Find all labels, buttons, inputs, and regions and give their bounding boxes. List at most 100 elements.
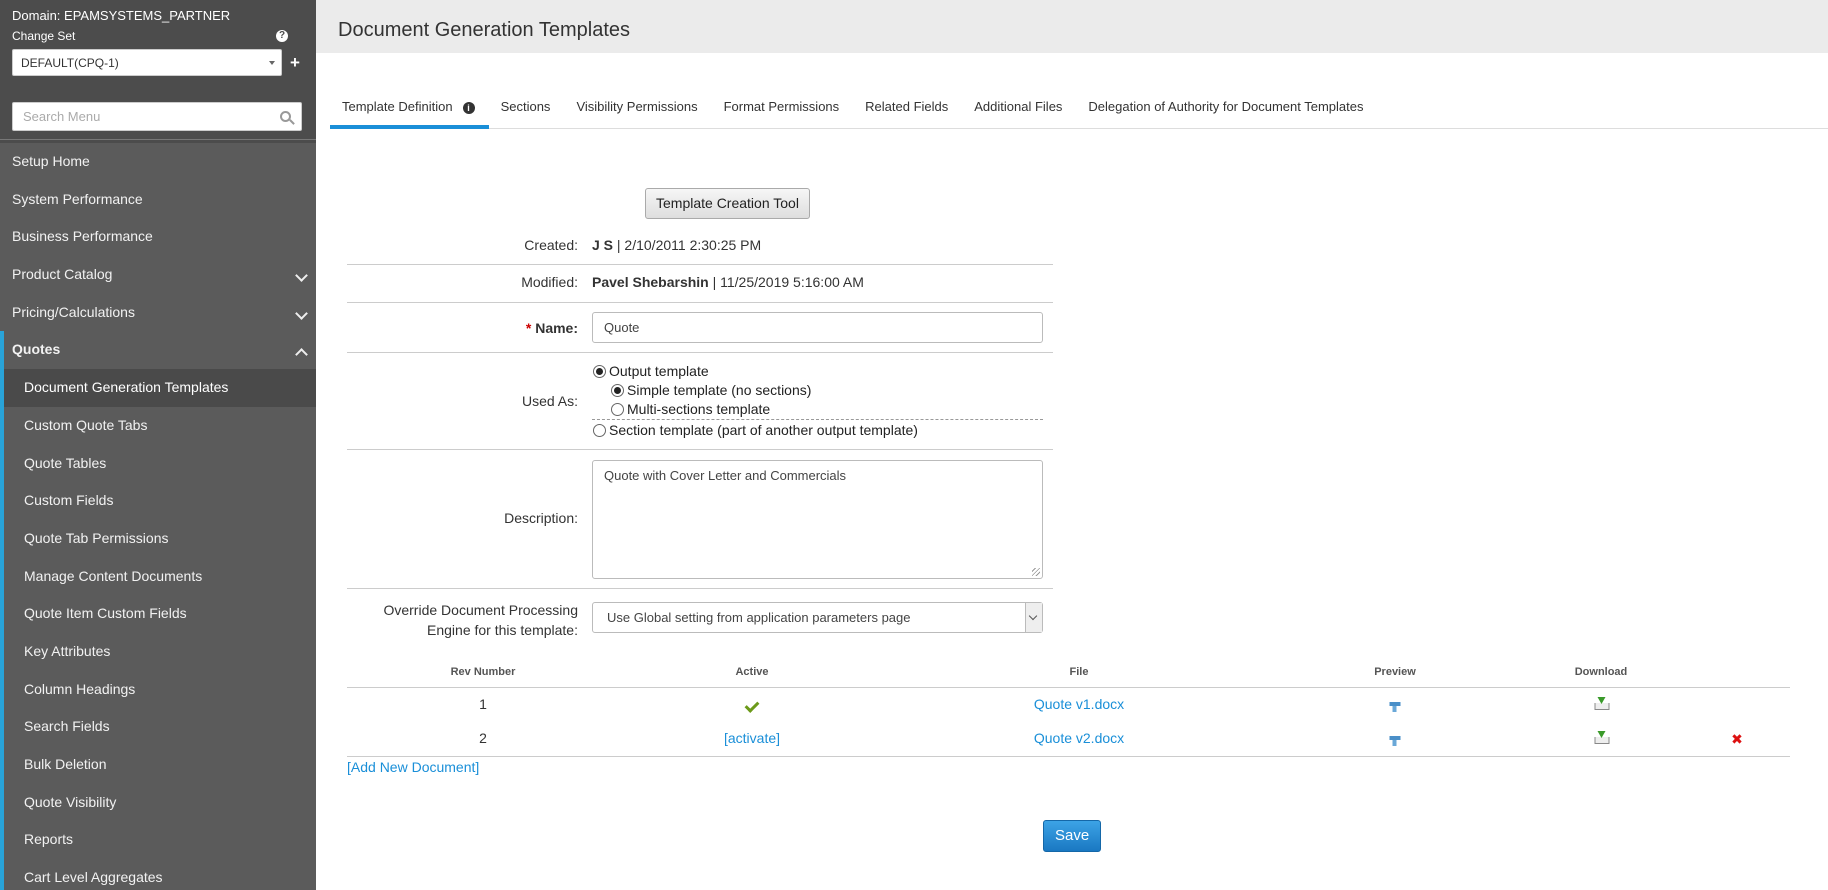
checkmark-icon bbox=[745, 701, 759, 711]
download-icon[interactable] bbox=[1594, 731, 1610, 744]
tab-bar: Template Definition i Sections Visibility… bbox=[330, 93, 1828, 129]
options-divider bbox=[592, 419, 1043, 420]
radio-section-template[interactable] bbox=[593, 423, 606, 437]
modified-value: Pavel Shebarshin | 11/25/2019 5:16:00 AM bbox=[592, 274, 864, 290]
col-rev-number: Rev Number bbox=[450, 666, 516, 678]
row1-preview[interactable] bbox=[1389, 699, 1401, 715]
sidebar-item-quotes[interactable]: Quotes bbox=[0, 331, 316, 370]
sidebar-subitem-cart-level-aggregates[interactable]: Cart Level Aggregates bbox=[4, 859, 316, 890]
radio-multi-sections[interactable] bbox=[611, 402, 624, 416]
delete-icon[interactable]: ✖ bbox=[1731, 732, 1743, 746]
sidebar-subitem-bulk-deletion[interactable]: Bulk Deletion bbox=[4, 746, 316, 784]
row2-download[interactable] bbox=[1594, 731, 1610, 747]
change-set-label: Change Set bbox=[12, 29, 76, 43]
page-title: Document Generation Templates bbox=[338, 19, 631, 41]
sidebar-subitem-document-generation-templates[interactable]: Document Generation Templates bbox=[4, 369, 316, 407]
main-content: Document Generation Templates Template D… bbox=[316, 0, 1828, 890]
override-label: Override Document Processing Engine for t… bbox=[383, 602, 578, 638]
sidebar-item-system-performance[interactable]: System Performance bbox=[0, 181, 316, 219]
multi-sections-option[interactable]: Multi-sections template bbox=[611, 401, 770, 417]
created-label: Created: bbox=[524, 237, 578, 253]
sidebar-subitem-reports[interactable]: Reports bbox=[4, 821, 316, 859]
sidebar-subitem-manage-content-documents[interactable]: Manage Content Documents bbox=[4, 558, 316, 596]
tab-related-fields[interactable]: Related Fields bbox=[853, 93, 962, 129]
row1-file-link[interactable]: Quote v1.docx bbox=[1034, 696, 1124, 712]
modified-row: Modified: Pavel Shebarshin | 11/25/2019 … bbox=[347, 265, 1053, 303]
description-textarea[interactable]: Quote with Cover Letter and Commercials bbox=[592, 460, 1043, 579]
sidebar-subitem-column-headings[interactable]: Column Headings bbox=[4, 671, 316, 709]
save-button[interactable]: Save bbox=[1043, 820, 1102, 852]
add-change-set-icon[interactable]: + bbox=[290, 54, 300, 71]
tab-format-permissions[interactable]: Format Permissions bbox=[712, 93, 854, 129]
chevron-down-icon bbox=[295, 306, 308, 320]
header-divider bbox=[347, 687, 1790, 688]
row1-active bbox=[745, 698, 759, 714]
used-as-row: Used As: Output template Simple template… bbox=[347, 353, 1053, 450]
row2-preview[interactable] bbox=[1389, 733, 1401, 749]
preview-icon[interactable] bbox=[1389, 702, 1401, 712]
table-bottom-divider bbox=[347, 756, 1790, 757]
override-row: Override Document Processing Engine for t… bbox=[347, 589, 1053, 645]
sidebar-subitem-quote-visibility[interactable]: Quote Visibility bbox=[4, 784, 316, 822]
created-value: J S | 2/10/2011 2:30:25 PM bbox=[592, 237, 762, 253]
tab-additional-files[interactable]: Additional Files bbox=[962, 93, 1076, 129]
add-new-document-link[interactable]: [Add New Document] bbox=[347, 759, 479, 775]
sidebar-item-setup-home[interactable]: Setup Home bbox=[0, 143, 316, 181]
resize-grip-icon[interactable] bbox=[1032, 568, 1040, 576]
quotes-submenu: Document Generation Templates Custom Quo… bbox=[0, 369, 316, 890]
tab-template-definition[interactable]: Template Definition i bbox=[330, 93, 489, 129]
modified-label: Modified: bbox=[521, 274, 578, 290]
sidebar-item-business-performance[interactable]: Business Performance bbox=[0, 218, 316, 256]
domain-label: Domain: EPAMSYSTEMS_PARTNER bbox=[12, 8, 231, 23]
output-template-option[interactable]: Output template bbox=[593, 363, 709, 379]
chevron-down-icon bbox=[269, 61, 275, 65]
name-input[interactable]: Quote bbox=[592, 312, 1043, 343]
help-icon[interactable]: ? bbox=[276, 30, 288, 42]
download-icon[interactable] bbox=[1594, 697, 1610, 710]
chevron-up-icon bbox=[295, 348, 308, 362]
col-file: File bbox=[1069, 666, 1089, 678]
radio-simple-template[interactable] bbox=[611, 383, 624, 397]
section-template-option[interactable]: Section template (part of another output… bbox=[593, 422, 918, 438]
description-label: Description: bbox=[504, 510, 578, 526]
row2-rev: 2 bbox=[479, 730, 487, 746]
row1-rev: 1 bbox=[479, 696, 487, 712]
radio-output-template[interactable] bbox=[593, 364, 606, 378]
sidebar-subitem-custom-fields[interactable]: Custom Fields bbox=[4, 482, 316, 520]
chevron-down-icon[interactable] bbox=[1025, 603, 1042, 632]
row2-file-link[interactable]: Quote v2.docx bbox=[1034, 730, 1124, 746]
name-row: * Name: Quote bbox=[347, 303, 1053, 353]
sidebar-item-product-catalog[interactable]: Product Catalog bbox=[0, 256, 316, 294]
change-set-select[interactable]: DEFAULT(CPQ-1) bbox=[12, 49, 282, 76]
template-creation-tool-button[interactable]: Template Creation Tool bbox=[645, 188, 810, 219]
info-icon: i bbox=[462, 102, 475, 114]
tab-delegation-of-authority[interactable]: Delegation of Authority for Document Tem… bbox=[1076, 93, 1377, 129]
name-label: * Name: bbox=[525, 320, 578, 336]
sidebar-subitem-custom-quote-tabs[interactable]: Custom Quote Tabs bbox=[4, 407, 316, 445]
tab-sections[interactable]: Sections bbox=[489, 93, 565, 129]
preview-icon[interactable] bbox=[1389, 736, 1401, 746]
chevron-down-icon bbox=[295, 269, 308, 282]
col-preview: Preview bbox=[1374, 666, 1416, 678]
override-engine-select[interactable]: Use Global setting from application para… bbox=[592, 602, 1043, 633]
sidebar: Domain: EPAMSYSTEMS_PARTNER Change Set ?… bbox=[0, 0, 316, 890]
col-download: Download bbox=[1574, 666, 1628, 678]
row2-activate-link[interactable]: [activate] bbox=[724, 730, 780, 746]
created-row: Created: J S | 2/10/2011 2:30:25 PM bbox=[347, 225, 1053, 265]
search-menu-input[interactable] bbox=[13, 103, 253, 130]
row1-download[interactable] bbox=[1594, 697, 1610, 713]
sidebar-item-pricing-calculations[interactable]: Pricing/Calculations bbox=[0, 294, 316, 332]
sidebar-subitem-key-attributes[interactable]: Key Attributes bbox=[4, 633, 316, 671]
search-icon[interactable] bbox=[280, 111, 291, 122]
sidebar-subitem-quote-tables[interactable]: Quote Tables bbox=[4, 445, 316, 483]
search-menu-box bbox=[12, 102, 302, 131]
col-active: Active bbox=[735, 666, 769, 678]
sidebar-subitem-quote-item-custom-fields[interactable]: Quote Item Custom Fields bbox=[4, 595, 316, 633]
simple-template-option[interactable]: Simple template (no sections) bbox=[611, 382, 811, 398]
sidebar-header: Domain: EPAMSYSTEMS_PARTNER Change Set ?… bbox=[0, 0, 316, 139]
tab-visibility-permissions[interactable]: Visibility Permissions bbox=[564, 93, 711, 129]
used-as-label: Used As: bbox=[521, 393, 578, 409]
sidebar-subitem-search-fields[interactable]: Search Fields bbox=[4, 708, 316, 746]
sidebar-subitem-quote-tab-permissions[interactable]: Quote Tab Permissions bbox=[4, 520, 316, 558]
change-set-value: DEFAULT(CPQ-1) bbox=[21, 56, 119, 70]
